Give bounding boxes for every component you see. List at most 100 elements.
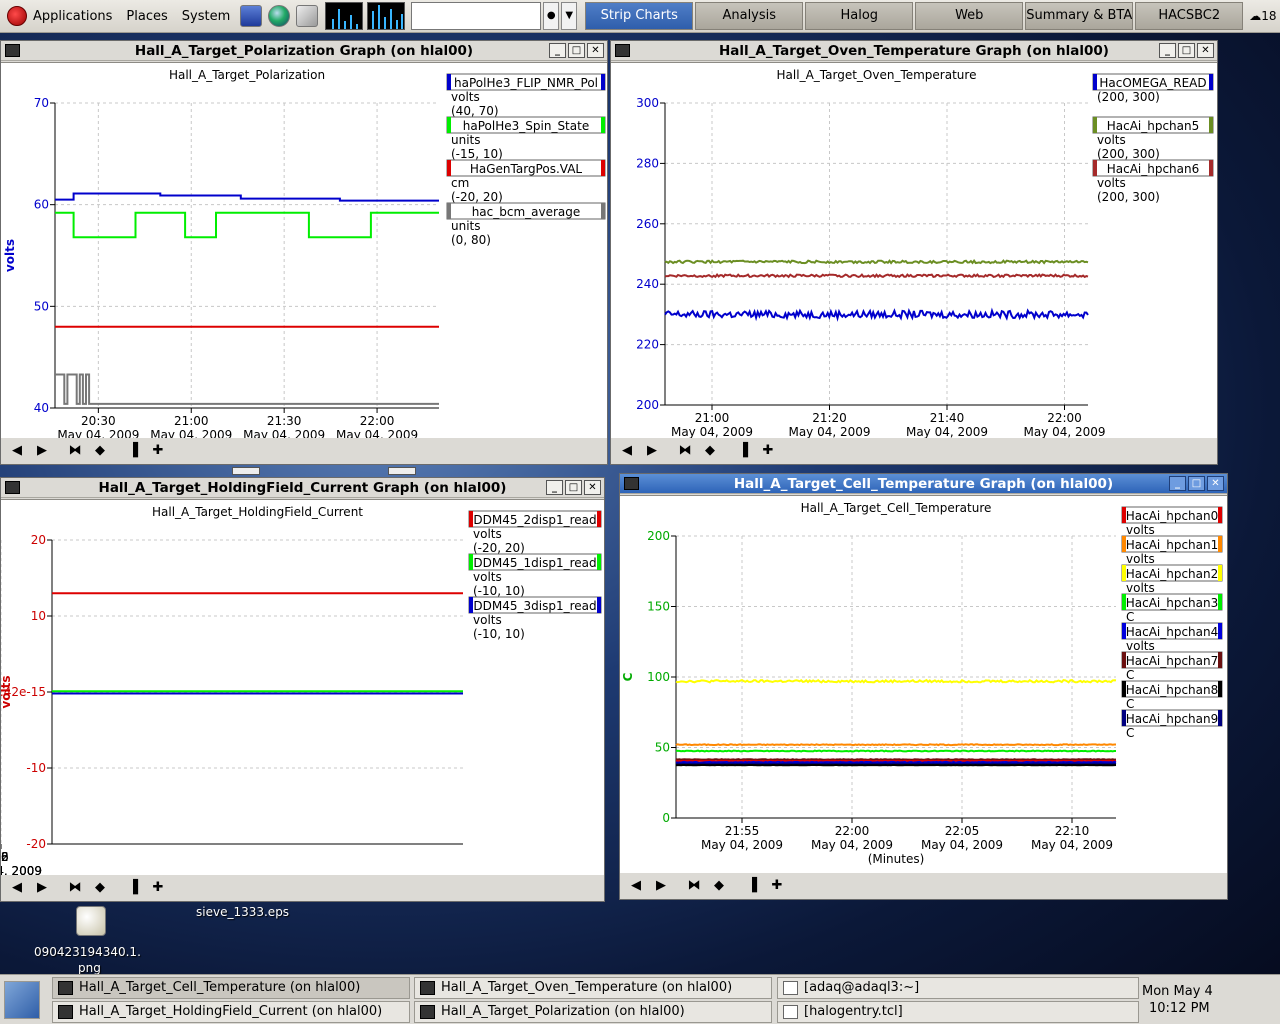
show-desktop-icon[interactable] [4,981,40,1019]
calculator-icon[interactable] [296,5,319,27]
image-file-icon[interactable] [76,906,106,936]
task-polarization[interactable]: Hall_A_Target_Polarization (on hlal00) [414,1001,772,1023]
cpu-monitor-icon[interactable] [325,2,364,30]
window-titlebar[interactable]: Hall_A_Target_HoldingField_Current Graph… [1,478,604,498]
task-terminal[interactable]: [adaq@adaql3:~] [777,977,1139,999]
clock[interactable]: Mon May 4 10:12 PM [1142,983,1213,1017]
legend-item[interactable]: HacAi_hpchan3C [1121,593,1223,624]
menu-system[interactable]: System [175,0,237,33]
legend-item[interactable]: HacOMEGA_READ(200, 300) [1092,73,1214,104]
menu-places[interactable]: Places [119,0,174,33]
legend-item[interactable]: haPolHe3_FLIP_NMR_Polvolts(40, 70) [446,73,606,118]
desktop-icon-png[interactable]: 090423194340.1. png [34,944,141,976]
legend-item[interactable]: HacAi_hpchan9C [1121,709,1223,740]
add-icon[interactable]: ✚ [757,441,779,461]
minimize-icon[interactable]: _ [549,43,566,58]
add-icon[interactable]: ✚ [147,878,169,898]
legend-item[interactable]: HacAi_hpchan8C [1121,680,1223,711]
zoom-in-icon[interactable]: ⧓ [674,441,696,461]
tab-summary-bta[interactable]: Summary & BTA [1025,2,1134,30]
legend-item[interactable]: HacAi_hpchan2volts [1121,564,1223,595]
bullet-icon[interactable]: ● [543,2,560,30]
x-tick-label: 21:40 [930,411,965,425]
legend-item[interactable]: hac_bcm_averageunits(0, 80) [446,202,606,247]
legend-item[interactable]: DDM45_1disp1_readvolts(-10, 10) [468,553,602,598]
add-icon[interactable]: ✚ [766,876,788,896]
scroll-right-icon[interactable]: ▶ [650,876,672,896]
hidden-window-stub[interactable] [388,467,416,475]
zoom-out-icon[interactable]: ◆ [708,876,730,896]
add-icon[interactable]: ✚ [147,441,169,461]
command-input[interactable] [411,2,542,30]
legend-swatch-left [469,554,473,570]
legend-name: DDM45_2disp1_read [473,513,596,527]
legend-item[interactable]: HacAi_hpchan4volts [1121,622,1223,653]
maximize-icon[interactable]: □ [565,480,582,495]
y-tick-label: 300 [636,96,659,110]
desktop-icon-eps[interactable]: sieve_1333.eps [196,905,289,919]
window-titlebar[interactable]: Hall_A_Target_Oven_Temperature Graph (on… [611,41,1217,61]
window-titlebar[interactable]: Hall_A_Target_Polarization Graph (on hla… [1,41,607,61]
minimize-icon[interactable]: _ [1159,43,1176,58]
window-menu-icon[interactable] [5,44,20,57]
close-icon[interactable]: ✕ [584,480,601,495]
minimize-icon[interactable]: _ [1169,476,1186,491]
scroll-left-icon[interactable]: ◀ [6,441,28,461]
window-menu-icon[interactable] [624,477,639,490]
hidden-window-stub[interactable] [232,467,260,475]
pin-icon[interactable]: ▐ [122,878,144,898]
minimize-icon[interactable]: _ [546,480,563,495]
tab-halog[interactable]: Halog [805,2,914,30]
pin-icon[interactable]: ▐ [122,441,144,461]
legend-item[interactable]: HacAi_hpchan7C [1121,651,1223,682]
web-browser-icon[interactable] [268,5,291,27]
chart-svg: Hall_A_Target_Polarization7060504020:30M… [3,68,606,439]
tab-web[interactable]: Web [915,2,1024,30]
scroll-right-icon[interactable]: ▶ [31,878,53,898]
legend-item[interactable]: HacAi_hpchan0volts [1121,506,1223,537]
legend-item[interactable]: DDM45_3disp1_readvolts(-10, 10) [468,596,602,641]
pin-icon[interactable]: ▐ [741,876,763,896]
legend-item[interactable]: HaGenTargPos.VALcm(-20, 20) [446,159,606,204]
zoom-in-icon[interactable]: ⧓ [683,876,705,896]
zoom-in-icon[interactable]: ⧓ [64,441,86,461]
zoom-out-icon[interactable]: ◆ [699,441,721,461]
network-monitor-icon[interactable] [367,2,406,30]
task-halogentry[interactable]: [halogentry.tcl] [777,1001,1139,1023]
menu-applications[interactable]: Applications [0,0,119,33]
legend-item[interactable]: DDM45_2disp1_readvolts(-20, 20) [468,510,602,555]
legend-range: (-10, 10) [473,584,525,598]
pin-icon[interactable]: ▐ [732,441,754,461]
y-tick-label: 50 [34,299,49,313]
task-holding-field[interactable]: Hall_A_Target_HoldingField_Current (on h… [52,1001,410,1023]
zoom-out-icon[interactable]: ◆ [89,878,111,898]
zoom-in-icon[interactable]: ⧓ [64,878,86,898]
maximize-icon[interactable]: □ [568,43,585,58]
window-menu-icon[interactable] [615,44,630,57]
scroll-right-icon[interactable]: ▶ [641,441,663,461]
maximize-icon[interactable]: □ [1188,476,1205,491]
maximize-icon[interactable]: □ [1178,43,1195,58]
close-icon[interactable]: ✕ [1207,476,1224,491]
scroll-left-icon[interactable]: ◀ [625,876,647,896]
scroll-right-icon[interactable]: ▶ [31,441,53,461]
scroll-left-icon[interactable]: ◀ [616,441,638,461]
chevron-down-icon[interactable]: ▼ [561,2,578,30]
legend-item[interactable]: HacAi_hpchan1volts [1121,535,1223,566]
tab-strip-charts[interactable]: Strip Charts [585,2,694,30]
legend-item[interactable]: HacAi_hpchan6volts(200, 300) [1092,159,1214,204]
weather-tray[interactable]: ☁18 [1249,9,1276,23]
tab-analysis[interactable]: Analysis [695,2,804,30]
tab-hacsbc2[interactable]: HACSBC2 [1135,2,1244,30]
task-oven-temperature[interactable]: Hall_A_Target_Oven_Temperature (on hlal0… [414,977,772,999]
window-menu-icon[interactable] [5,481,20,494]
close-icon[interactable]: ✕ [587,43,604,58]
legend-item[interactable]: haPolHe3_Spin_Stateunits(-15, 10) [446,116,606,161]
terminal-launcher-icon[interactable] [240,5,263,27]
window-titlebar[interactable]: Hall_A_Target_Cell_Temperature Graph (on… [620,474,1227,494]
zoom-out-icon[interactable]: ◆ [89,441,111,461]
task-cell-temperature[interactable]: Hall_A_Target_Cell_Temperature (on hlal0… [52,977,410,999]
legend-item[interactable]: HacAi_hpchan5volts(200, 300) [1092,116,1214,161]
close-icon[interactable]: ✕ [1197,43,1214,58]
scroll-left-icon[interactable]: ◀ [6,878,28,898]
